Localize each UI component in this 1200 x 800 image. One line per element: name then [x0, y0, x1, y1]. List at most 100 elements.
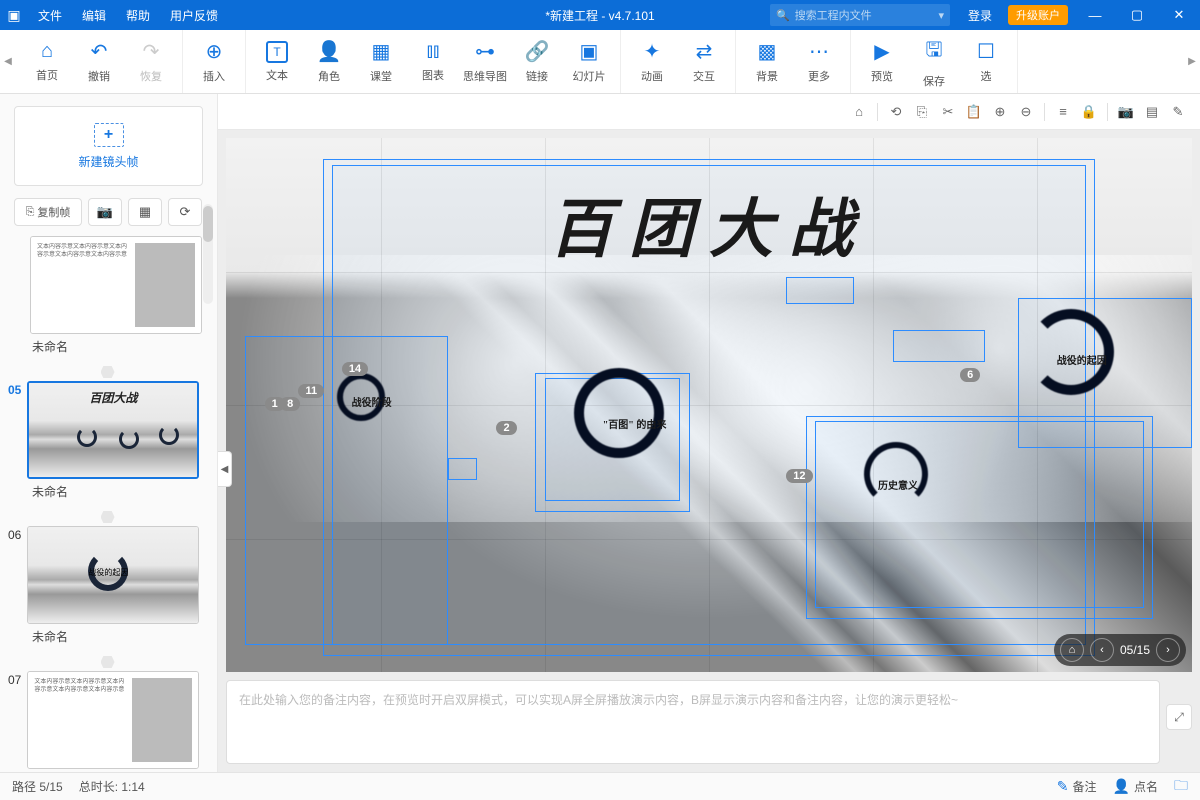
refresh-button[interactable]: ⟳ — [168, 198, 202, 226]
ribbon-图表[interactable]: ⫾⫾图表 — [408, 34, 458, 90]
menu-help[interactable]: 帮助 — [116, 0, 160, 30]
notes-placeholder: 在此处输入您的备注内容，在预览时开启双屏模式，可以实现A屏全屏播放演示内容，B屏… — [239, 693, 958, 707]
folder-icon: 🗀 — [1174, 775, 1188, 799]
ribbon-思维导图[interactable]: ⊶思维导图 — [460, 34, 510, 90]
copy-frame-button[interactable]: ⎘ 复制帧 — [14, 198, 82, 226]
ribbon-label: 预览 — [871, 68, 893, 84]
ribbon-label: 背景 — [756, 68, 778, 84]
nav-next-button[interactable]: › — [1156, 638, 1180, 662]
nav-prev-button[interactable]: ‹ — [1090, 638, 1114, 662]
titlebar: ▣ 文件 编辑 帮助 用户反馈 *新建工程 - v4.7.101 🔍 搜索工程内… — [0, 0, 1200, 30]
ribbon-链接[interactable]: 🔗链接 — [512, 34, 562, 90]
ribbon-选[interactable]: ☐选 — [961, 34, 1011, 90]
nav-counter: 05/15 — [1120, 643, 1150, 657]
ribbon-动画[interactable]: ✦动画 — [627, 34, 677, 90]
ink-ring-center[interactable] — [574, 368, 664, 458]
canvas-main[interactable]: ◀ 百 — [218, 130, 1200, 772]
frame-thumbnail[interactable]: 文本内容示意文本内容示意文本内容示意文本内容示意文本内容示意 — [30, 236, 202, 334]
lock-icon[interactable]: 🔒 — [1077, 100, 1101, 124]
frame-transition-icon[interactable] — [6, 653, 209, 671]
snapshot-icon[interactable]: 📷 — [1114, 100, 1138, 124]
window-minimize[interactable]: — — [1074, 0, 1116, 30]
frame-transition-icon[interactable] — [6, 508, 209, 526]
nav-home-icon[interactable]: ⌂ — [1060, 638, 1084, 662]
frame-transition-icon[interactable] — [6, 363, 209, 381]
frame-label: 未命名 — [30, 334, 209, 357]
menu-file[interactable]: 文件 — [28, 0, 72, 30]
login-link[interactable]: 登录 — [958, 0, 1002, 30]
ribbon-label: 保存 — [923, 73, 945, 89]
rollcall-button[interactable]: 👤点名 — [1113, 778, 1158, 795]
ribbon-label: 撤销 — [88, 68, 110, 84]
slide-title[interactable]: 百团大战 — [549, 178, 869, 270]
ribbon-icon: ⇄ — [696, 39, 713, 64]
zoom-in-icon[interactable]: ⊕ — [988, 100, 1012, 124]
frame-list[interactable]: 文本内容示意文本内容示意文本内容示意文本内容示意文本内容示意未命名05百团大战未… — [0, 236, 217, 772]
ink-ring-bottom[interactable] — [864, 442, 928, 506]
qr-button[interactable]: ▦ — [128, 198, 162, 226]
ribbon-保存[interactable]: 🖫保存 — [909, 34, 959, 90]
ribbon-icon: ⊶ — [475, 39, 495, 64]
menu-edit[interactable]: 编辑 — [72, 0, 116, 30]
zoom-out-icon[interactable]: ⊖ — [1014, 100, 1038, 124]
ribbon-icon: ⊕ — [206, 39, 223, 64]
settings-icon[interactable]: ✎ — [1166, 100, 1190, 124]
align-icon[interactable]: ≡ — [1051, 100, 1075, 124]
sidebar-scrollbar-thumb[interactable] — [203, 206, 213, 242]
ribbon-交互[interactable]: ⇄交互 — [679, 34, 729, 90]
folder-button[interactable]: 🗀 — [1174, 775, 1188, 799]
notes-toggle-button[interactable]: ✎备注 — [1057, 778, 1097, 795]
ribbon-角色[interactable]: 👤角色 — [304, 34, 354, 90]
ribbon-幻灯片[interactable]: ▣幻灯片 — [564, 34, 614, 90]
frame-thumbnail[interactable]: 战役的起因 — [27, 526, 199, 624]
search-placeholder: 搜索工程内文件 — [795, 7, 872, 23]
camera-button[interactable]: 📷 — [88, 198, 122, 226]
home-icon[interactable]: ⌂ — [847, 100, 871, 124]
frame-thumbnail[interactable]: 文本内容示意文本内容示意文本内容示意文本内容示意文本内容示意 — [27, 671, 199, 769]
search-input[interactable]: 🔍 搜索工程内文件 ▾ — [770, 4, 950, 26]
notes-textarea[interactable]: 在此处输入您的备注内容，在预览时开启双屏模式，可以实现A屏全屏播放演示内容，B屏… — [226, 680, 1160, 764]
new-frame-button[interactable]: + 新建镜头帧 — [14, 106, 203, 186]
ribbon-插入[interactable]: ⊕插入 — [189, 34, 239, 90]
ring-label-left: 战役阶段 — [352, 394, 392, 409]
layers-icon[interactable]: ▤ — [1140, 100, 1164, 124]
upgrade-badge[interactable]: 升级账户 — [1008, 5, 1068, 25]
paste-tool-icon[interactable]: 📋 — [962, 100, 986, 124]
ribbon-撤销[interactable]: ↶撤销 — [74, 34, 124, 90]
frame-thumbnail[interactable]: 百团大战 — [27, 381, 199, 479]
ribbon-背景[interactable]: ▩背景 — [742, 34, 792, 90]
ribbon-首页[interactable]: ⌂首页 — [22, 34, 72, 90]
ribbon-scroll-right[interactable]: ▶ — [1184, 30, 1200, 93]
ribbon-label: 课堂 — [370, 68, 392, 84]
history-back-icon[interactable]: ⟲ — [884, 100, 908, 124]
frame-number: 05 — [8, 383, 21, 397]
ribbon-恢复[interactable]: ↷恢复 — [126, 34, 176, 90]
frames-sidebar: + 新建镜头帧 ⎘ 复制帧 📷 ▦ ⟳ 文本内容示意文本内容示意文本内容示意文本… — [0, 94, 218, 772]
window-maximize[interactable]: ▢ — [1116, 0, 1158, 30]
ribbon-课堂[interactable]: ▦课堂 — [356, 34, 406, 90]
ribbon-预览[interactable]: ▶预览 — [857, 34, 907, 90]
ribbon-更多[interactable]: ⋯更多 — [794, 34, 844, 90]
ribbon-label: 图表 — [422, 67, 444, 83]
ribbon-icon: ☐ — [977, 39, 995, 64]
badge-11: 11 — [298, 384, 324, 398]
chevron-down-icon[interactable]: ▾ — [938, 9, 944, 22]
notes-expand-button[interactable]: ⤢ — [1166, 704, 1192, 730]
slide-nav-pill: ⌂ ‹ 05/15 › — [1054, 634, 1186, 666]
ribbon-label: 选 — [981, 68, 992, 84]
ribbon-文本[interactable]: T文本 — [252, 34, 302, 90]
frame-label: 未命名 — [30, 624, 209, 647]
menu-feedback[interactable]: 用户反馈 — [160, 0, 228, 30]
ribbon-scroll-left[interactable]: ◀ — [0, 30, 16, 93]
search-icon: 🔍 — [776, 9, 790, 22]
sidebar-collapse-handle[interactable]: ◀ — [218, 451, 232, 487]
window-close[interactable]: ✕ — [1158, 0, 1200, 30]
frame-number: 06 — [8, 528, 21, 542]
copy-tool-icon[interactable]: ⎘ — [910, 100, 934, 124]
stage[interactable]: 百团大战 "百图" 的由来 战役阶段 历史意义 战役的起因 14 11 1 8 … — [226, 138, 1192, 672]
ribbon-icon: 👤 — [317, 39, 342, 64]
cut-tool-icon[interactable]: ✂ — [936, 100, 960, 124]
app-logo-icon: ▣ — [0, 7, 28, 24]
ribbon-icon: ▣ — [580, 39, 599, 64]
canvas-area: ⌂ ⟲ ⎘ ✂ 📋 ⊕ ⊖ ≡ 🔒 📷 ▤ ✎ ◀ — [218, 94, 1200, 772]
